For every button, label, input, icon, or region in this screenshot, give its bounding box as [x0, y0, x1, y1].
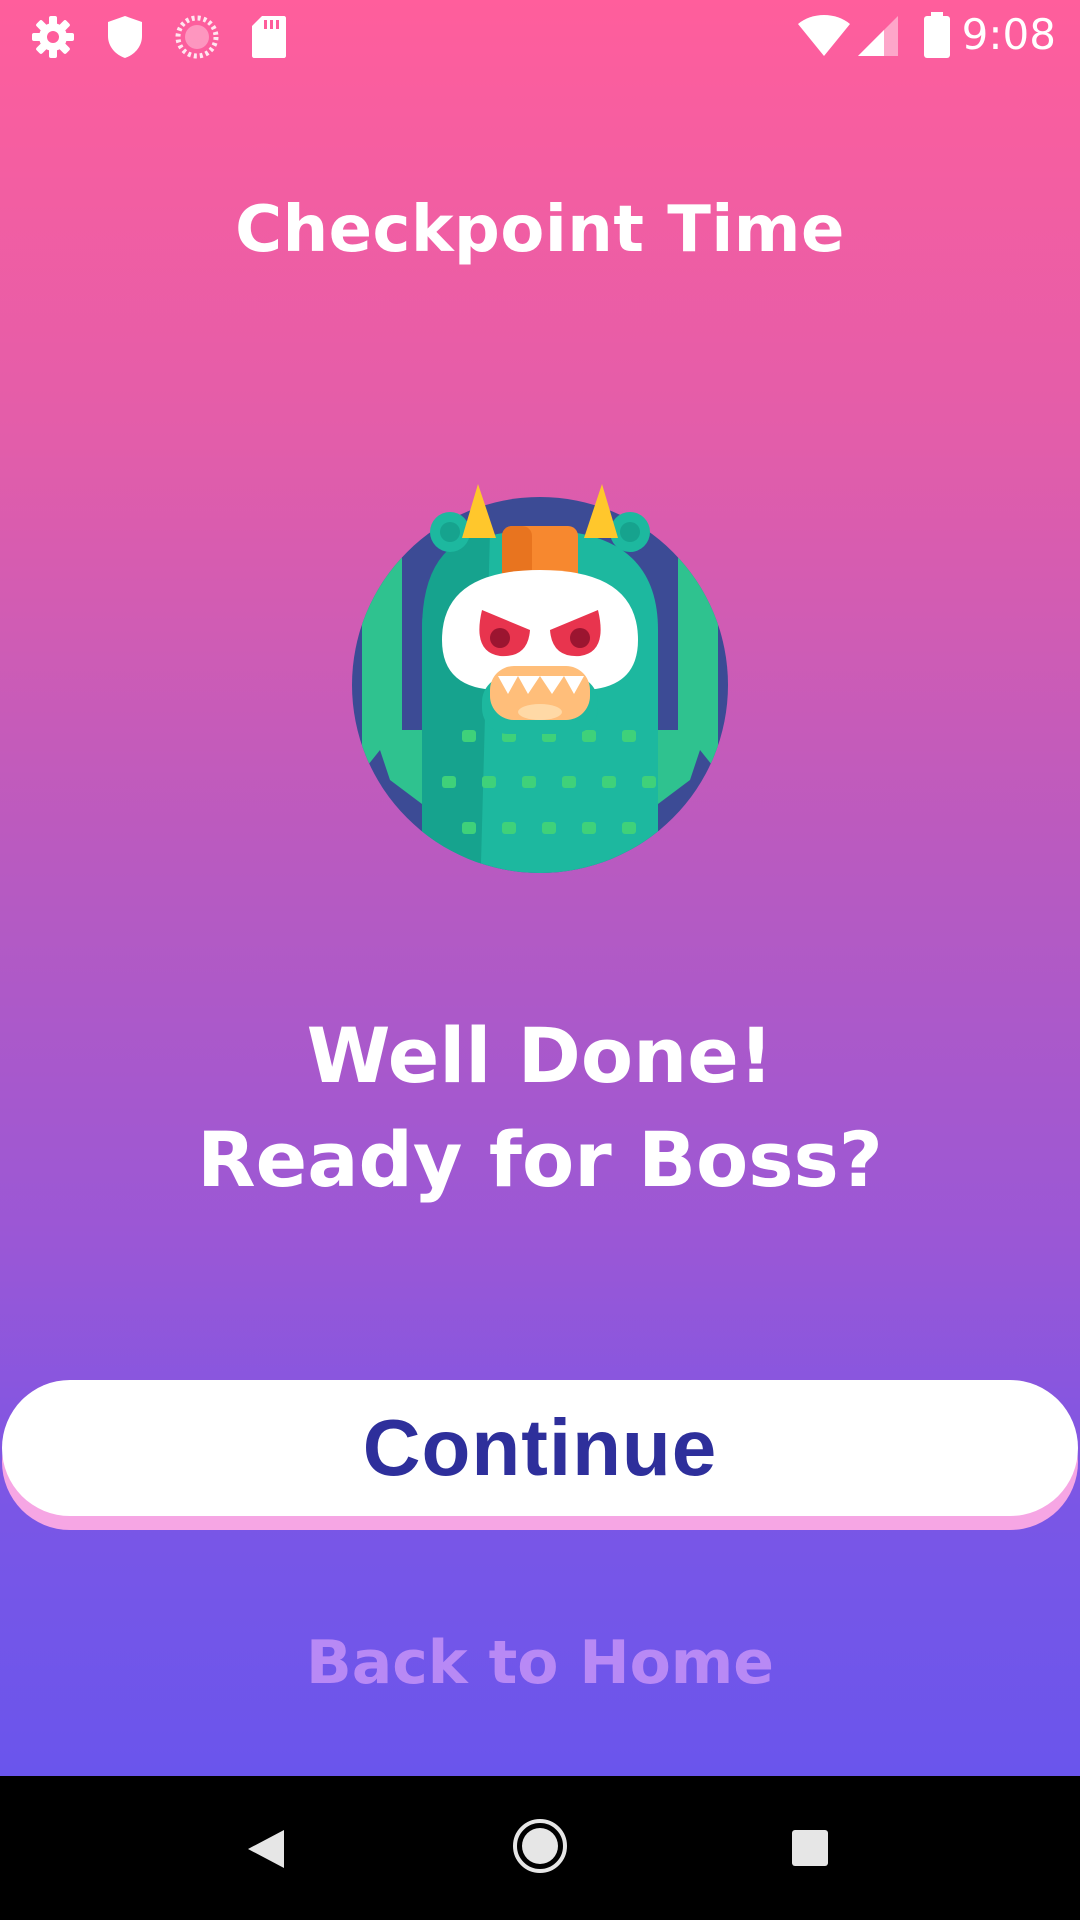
screen-background: 9:08 Checkpoint Time Well Done! Ready fo…	[0, 0, 1080, 1776]
loading-icon	[174, 14, 220, 64]
page-title: Checkpoint Time	[235, 193, 845, 267]
battery-icon	[922, 12, 952, 64]
status-time: 9:08	[961, 10, 1056, 59]
recents-icon[interactable]	[790, 1828, 830, 1872]
cellular-signal-icon	[856, 14, 900, 62]
back-to-home-link[interactable]: Back to Home	[0, 1628, 1080, 1698]
sd-card-icon	[250, 14, 288, 64]
back-icon[interactable]	[244, 1826, 288, 1876]
headline-line-1: Well Done!	[306, 1011, 774, 1100]
navigation-bar	[0, 1776, 1080, 1920]
continue-button[interactable]: Continue	[2, 1380, 1078, 1516]
home-icon[interactable]	[510, 1816, 570, 1880]
headline-line-2: Ready for Boss?	[197, 1115, 883, 1204]
boss-monster-icon	[350, 480, 730, 880]
gear-icon	[30, 14, 76, 64]
wifi-icon	[796, 12, 852, 62]
shield-icon	[104, 14, 146, 64]
headline: Well Done! Ready for Boss?	[0, 1004, 1080, 1212]
status-bar: 9:08	[0, 0, 1080, 72]
